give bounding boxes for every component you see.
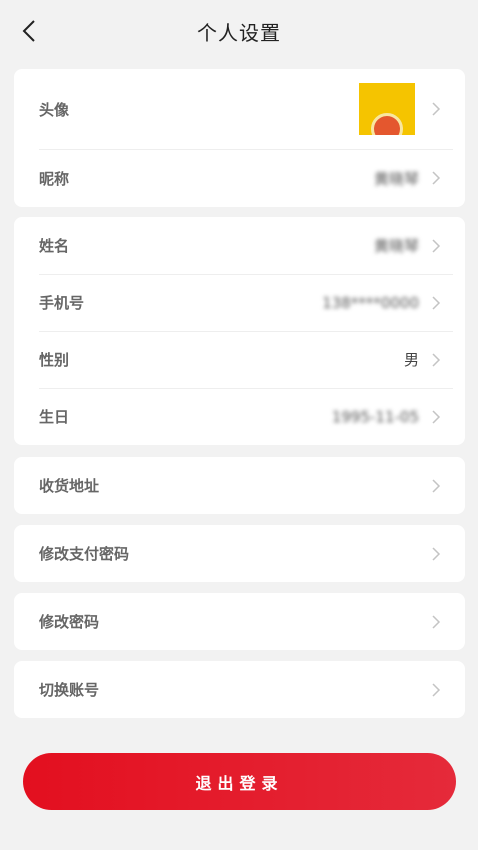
chevron-right-icon	[432, 352, 441, 367]
avatar-image	[371, 113, 403, 135]
chevron-right-icon	[432, 546, 441, 561]
chevron-left-icon	[22, 20, 35, 42]
address-row[interactable]: 收货地址	[14, 457, 465, 514]
chevron-right-icon	[432, 614, 441, 629]
pay-password-row[interactable]: 修改支付密码	[14, 525, 465, 582]
chevron-right-icon	[432, 409, 441, 424]
nickname-row[interactable]: 昵称 黄晓琴	[14, 149, 465, 207]
gender-value: 男	[403, 351, 419, 369]
chevron-right-icon	[432, 238, 441, 253]
address-card[interactable]: 收货地址	[14, 457, 465, 514]
avatar-label: 头像	[39, 100, 70, 119]
phone-row[interactable]: 手机号 138****0000	[14, 274, 465, 331]
name-row[interactable]: 姓名 黄晓琴	[14, 217, 465, 274]
switch-account-card[interactable]: 切换账号	[14, 661, 465, 718]
name-label: 姓名	[39, 237, 70, 255]
birthday-value: 1995-11-05	[331, 407, 419, 426]
gender-row[interactable]: 性别 男	[14, 331, 465, 388]
birthday-label: 生日	[39, 408, 70, 426]
password-card[interactable]: 修改密码	[14, 593, 465, 650]
switch-account-row[interactable]: 切换账号	[14, 661, 465, 718]
address-label: 收货地址	[39, 477, 100, 495]
phone-label: 手机号	[39, 294, 85, 312]
chevron-right-icon	[432, 478, 441, 493]
chevron-right-icon	[432, 171, 441, 185]
chevron-right-icon	[432, 102, 441, 116]
gender-label: 性别	[39, 351, 70, 369]
birthday-row[interactable]: 生日 1995-11-05	[14, 388, 465, 445]
page-title: 个人设置	[197, 20, 281, 45]
profile-card: 头像 昵称 黄晓琴	[14, 69, 465, 207]
phone-value: 138****0000	[322, 293, 419, 312]
logout-button[interactable]: 退出登录	[23, 753, 456, 810]
name-value: 黄晓琴	[373, 237, 419, 255]
password-label: 修改密码	[39, 613, 100, 631]
chevron-right-icon	[432, 682, 441, 697]
chevron-right-icon	[432, 295, 441, 310]
avatar-row[interactable]: 头像	[14, 69, 465, 149]
switch-account-label: 切换账号	[39, 681, 100, 699]
info-card: 姓名 黄晓琴 手机号 138****0000 性别 男 生日 1995-11-0…	[14, 217, 465, 445]
avatar[interactable]	[359, 83, 415, 135]
nickname-label: 昵称	[39, 169, 70, 188]
nickname-value: 黄晓琴	[373, 169, 419, 188]
pay-password-label: 修改支付密码	[39, 545, 130, 563]
nav-bar: 个人设置	[0, 0, 478, 62]
back-button[interactable]	[14, 16, 44, 46]
pay-password-card[interactable]: 修改支付密码	[14, 525, 465, 582]
password-row[interactable]: 修改密码	[14, 593, 465, 650]
